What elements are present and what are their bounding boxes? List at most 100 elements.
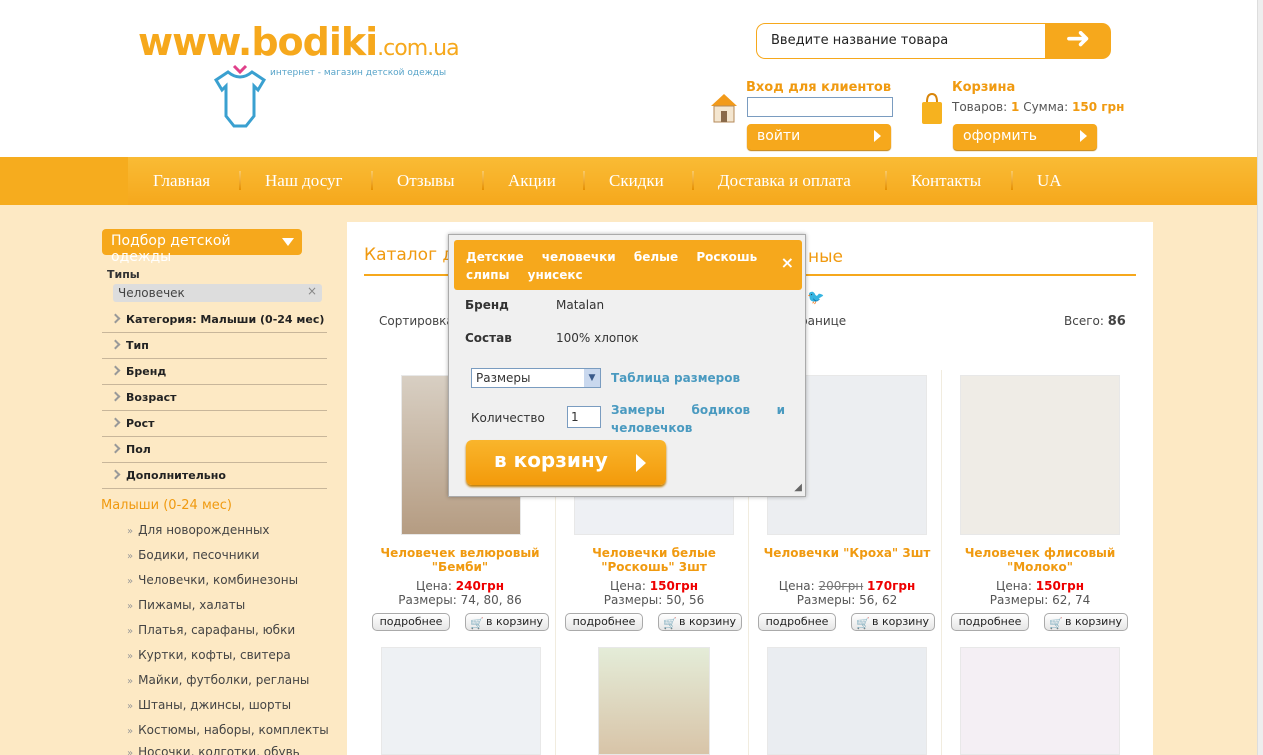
catalog-title-tail: ные bbox=[808, 247, 843, 267]
bullet-icon: » bbox=[127, 576, 134, 587]
size-label: Размеры: bbox=[796, 593, 856, 607]
measurements-link[interactable]: Замеры бодиков и человечков bbox=[611, 401, 785, 437]
login-field[interactable] bbox=[747, 97, 893, 117]
filter-brand[interactable]: Бренд bbox=[102, 359, 327, 385]
bullet-icon: » bbox=[127, 748, 134, 755]
close-icon[interactable]: × bbox=[307, 284, 317, 298]
subcategory-label: Пижамы, халаты bbox=[138, 598, 246, 612]
resize-grip-icon[interactable]: ◢ bbox=[794, 482, 802, 493]
product-title[interactable]: Человечек велюровый "Бемби" bbox=[375, 546, 545, 574]
types-label: Типы bbox=[107, 268, 140, 281]
size-label: Размеры: bbox=[603, 593, 663, 607]
nav-discounts[interactable]: Скидки bbox=[609, 171, 664, 191]
shopping-bag-icon bbox=[922, 92, 942, 124]
logo-domain: .com.ua bbox=[377, 36, 459, 61]
details-button[interactable]: подробнее bbox=[372, 613, 450, 631]
nav-home[interactable]: Главная bbox=[153, 171, 210, 191]
size-value: 50, 56 bbox=[666, 593, 705, 607]
quantity-input[interactable]: 1 bbox=[567, 406, 601, 428]
filter-age[interactable]: Возраст bbox=[102, 385, 327, 411]
nav-promotions[interactable]: Акции bbox=[508, 171, 556, 191]
filter-height[interactable]: Рост bbox=[102, 411, 327, 437]
filter-button-label: Подбор детской одежды bbox=[111, 233, 231, 265]
subcategory-label: Носочки, колготки, обувь bbox=[138, 745, 300, 755]
filter-dropdown-button[interactable]: Подбор детской одежды bbox=[102, 229, 302, 265]
login-title: Вход для клиентов bbox=[746, 80, 892, 95]
product-image[interactable] bbox=[381, 647, 541, 755]
product-title[interactable]: Человечек флисовый "Молоко" bbox=[955, 546, 1125, 574]
product-title[interactable]: Человечки "Кроха" 3шт bbox=[762, 546, 932, 560]
subcategory-item[interactable]: » Пижамы, халаты bbox=[127, 598, 245, 612]
scrollbar[interactable] bbox=[1257, 0, 1263, 755]
subcategory-item[interactable]: » Носочки, колготки, обувь bbox=[127, 745, 300, 755]
nav-lang-ua[interactable]: UA bbox=[1037, 171, 1062, 191]
price-value: 150грн bbox=[649, 579, 698, 593]
subcategory-item[interactable]: » Для новорожденных bbox=[127, 523, 270, 537]
nav-divider bbox=[692, 171, 694, 190]
product-title[interactable]: Человечки белые "Роскошь" 3шт bbox=[569, 546, 739, 574]
filter-category[interactable]: Категория: Малыши (0-24 мес) bbox=[102, 307, 327, 333]
size-label: Размеры: bbox=[989, 593, 1049, 607]
product-image[interactable] bbox=[960, 647, 1120, 755]
subcategory-item[interactable]: » Платья, сарафаны, юбки bbox=[127, 623, 295, 637]
details-button[interactable]: подробнее bbox=[565, 613, 643, 631]
arrow-right-icon: ➜ bbox=[1065, 21, 1091, 56]
details-button[interactable]: подробнее bbox=[758, 613, 836, 631]
login-button-label: войти bbox=[757, 128, 801, 144]
add-to-cart-button[interactable]: 🛒 в корзину bbox=[658, 613, 742, 631]
add-to-cart-button[interactable]: 🛒 в корзину bbox=[465, 613, 549, 631]
site-logo[interactable]: www.bodiki.com.ua интернет - магазин дет… bbox=[130, 12, 460, 137]
details-button[interactable]: подробнее bbox=[951, 613, 1029, 631]
subcategory-label: Куртки, кофты, свитера bbox=[138, 648, 291, 662]
bullet-icon: » bbox=[127, 526, 134, 537]
product-image[interactable] bbox=[960, 375, 1120, 535]
filter-type[interactable]: Тип bbox=[102, 333, 327, 359]
login-button[interactable]: войти bbox=[747, 124, 891, 150]
cart-button-label: в корзину bbox=[872, 615, 930, 628]
close-icon[interactable]: × bbox=[781, 254, 794, 272]
size-table-link[interactable]: Таблица размеров bbox=[611, 371, 740, 385]
product-quick-view-popup: Детские человечки белые Роскошь слипы ун… bbox=[448, 234, 806, 497]
product-price: Цена: 150грн bbox=[955, 579, 1125, 593]
product-sizes: Размеры: 56, 62 bbox=[762, 593, 932, 607]
arrow-icon bbox=[636, 454, 646, 472]
checkout-button[interactable]: оформить bbox=[953, 124, 1097, 150]
arrow-icon bbox=[874, 130, 881, 142]
cart-button-label: в корзину bbox=[679, 615, 737, 628]
nav-delivery[interactable]: Доставка и оплата bbox=[718, 171, 851, 191]
nav-reviews[interactable]: Отзывы bbox=[397, 171, 455, 191]
logo-main: www.bodiki bbox=[138, 20, 378, 64]
subcategory-item[interactable]: » Костюмы, наборы, комплекты bbox=[127, 723, 329, 737]
chevron-down-icon: ▼ bbox=[584, 369, 600, 387]
filter-extra[interactable]: Дополнительно bbox=[102, 463, 327, 489]
size-label: Размеры: bbox=[398, 593, 457, 607]
popup-add-to-cart-button[interactable]: в корзину bbox=[466, 440, 666, 485]
nav-contacts[interactable]: Контакты bbox=[911, 171, 981, 191]
selected-filter-chip: Человечек × bbox=[113, 284, 322, 302]
section-title[interactable]: Малыши (0-24 мес) bbox=[101, 498, 232, 513]
chevron-down-icon bbox=[282, 238, 294, 246]
column-divider bbox=[941, 370, 942, 755]
filter-gender[interactable]: Пол bbox=[102, 437, 327, 463]
brand-label: Бренд bbox=[465, 298, 509, 312]
subcategory-item[interactable]: » Человечки, комбинезоны bbox=[127, 573, 298, 587]
size-select-value: Размеры bbox=[476, 371, 531, 385]
subcategory-item[interactable]: » Куртки, кофты, свитера bbox=[127, 648, 291, 662]
add-to-cart-button[interactable]: 🛒 в корзину bbox=[1044, 613, 1128, 631]
subcategory-item[interactable]: » Майки, футболки, регланы bbox=[127, 673, 309, 687]
search-input[interactable]: Введите название товара bbox=[756, 23, 1048, 59]
twitter-icon[interactable]: 🐦 bbox=[807, 290, 824, 306]
size-select[interactable]: Размеры ▼ bbox=[471, 368, 601, 388]
bullet-icon: » bbox=[127, 701, 134, 712]
subcategory-item[interactable]: » Штаны, джинсы, шорты bbox=[127, 698, 291, 712]
cart-title: Корзина bbox=[952, 80, 1016, 95]
composition-value: 100% хлопок bbox=[556, 331, 639, 345]
nav-leisure[interactable]: Наш досуг bbox=[265, 171, 343, 191]
search-button[interactable]: ➜ bbox=[1045, 23, 1111, 59]
product-image[interactable] bbox=[767, 647, 927, 755]
nav-divider bbox=[1011, 171, 1013, 190]
subcategory-item[interactable]: » Бодики, песочники bbox=[127, 548, 259, 562]
add-to-cart-button[interactable]: 🛒 в корзину bbox=[851, 613, 935, 631]
size-value: 74, 80, 86 bbox=[460, 593, 522, 607]
product-image[interactable] bbox=[598, 647, 710, 755]
